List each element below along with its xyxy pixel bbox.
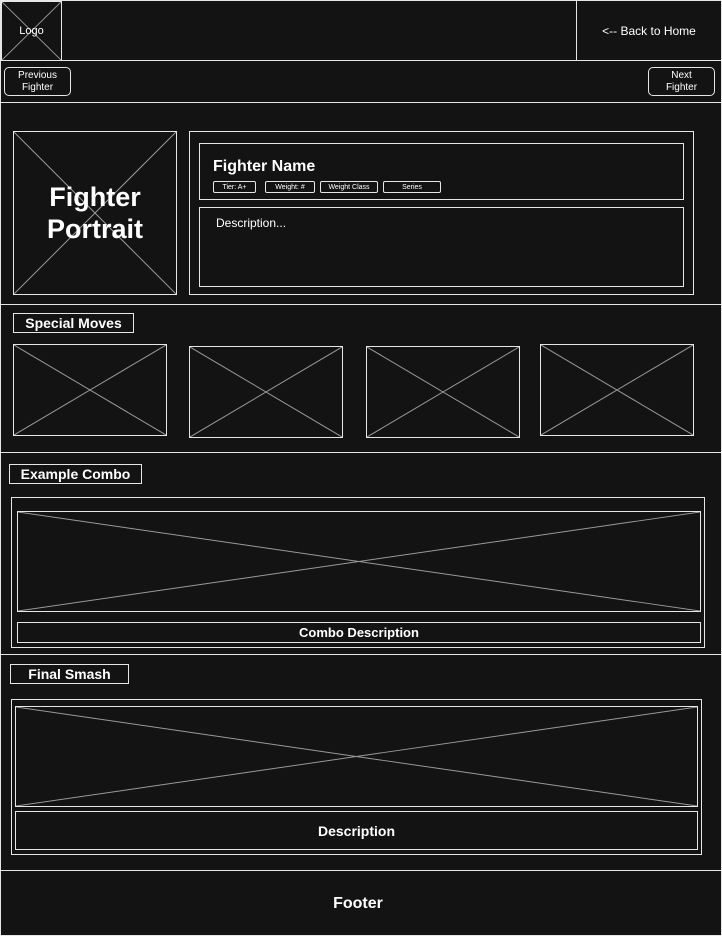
previous-fighter-label: Previous Fighter bbox=[18, 69, 57, 93]
previous-fighter-button[interactable]: Previous Fighter bbox=[4, 67, 71, 96]
combo-video-placeholder bbox=[17, 511, 701, 612]
combo-description-label: Combo Description bbox=[299, 625, 419, 640]
fighter-description-box: Description... bbox=[199, 207, 684, 287]
special-moves-title: Special Moves bbox=[13, 313, 134, 333]
special-move-placeholder bbox=[13, 344, 167, 436]
footer-label: Footer bbox=[333, 894, 383, 912]
fighter-nav-bar bbox=[0, 61, 722, 103]
back-to-home-label: <-- Back to Home bbox=[602, 23, 696, 38]
final-smash-title: Final Smash bbox=[10, 664, 129, 684]
final-smash-video-placeholder bbox=[15, 706, 698, 807]
fighter-header-box: Fighter Name Tier: A+ Weight: # Weight C… bbox=[199, 143, 684, 200]
combo-description: Combo Description bbox=[17, 622, 701, 643]
final-smash-description: Description bbox=[15, 811, 698, 850]
next-fighter-button[interactable]: Next Fighter bbox=[648, 67, 715, 96]
weight-tag: Weight: # bbox=[265, 181, 315, 193]
final-smash-description-label: Description bbox=[317, 822, 395, 839]
fighter-description: Description... bbox=[216, 216, 287, 230]
special-move-placeholder bbox=[189, 346, 343, 438]
special-move-placeholder bbox=[366, 346, 520, 438]
special-move-placeholder bbox=[540, 344, 694, 436]
fighter-portrait: Fighter Portrait bbox=[13, 131, 177, 295]
fighter-name: Fighter Name bbox=[213, 158, 316, 175]
next-fighter-label: Next Fighter bbox=[665, 69, 698, 93]
back-to-home-link[interactable]: <-- Back to Home bbox=[576, 1, 721, 60]
footer: Footer bbox=[0, 871, 722, 936]
logo-placeholder[interactable]: Logo bbox=[1, 1, 62, 61]
weight-class-tag: Weight Class bbox=[320, 181, 378, 193]
series-tag: Series bbox=[383, 181, 441, 193]
logo-label: Logo bbox=[19, 25, 44, 37]
tier-tag: Tier: A+ bbox=[213, 181, 256, 193]
fighter-portrait-label: Fighter Portrait bbox=[46, 182, 144, 244]
example-combo-title: Example Combo bbox=[9, 464, 142, 484]
